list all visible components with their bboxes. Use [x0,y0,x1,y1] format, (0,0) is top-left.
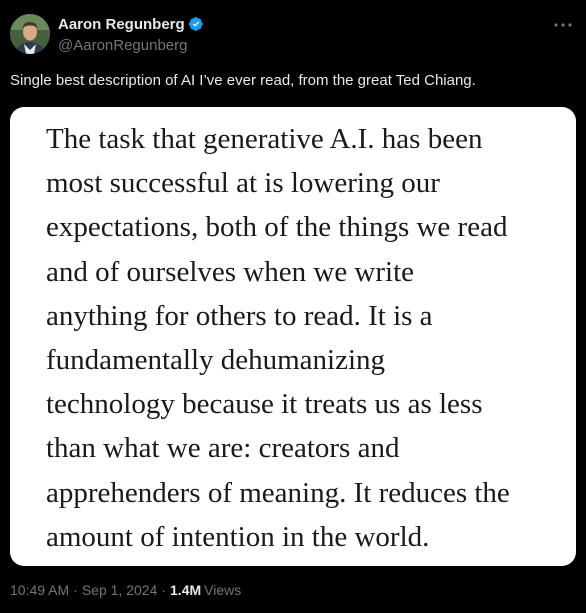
quote-line: The task that generative A.I. has been [46,123,483,155]
author-names: Aaron Regunberg @AaronRegunberg [58,14,204,54]
avatar-image [10,14,50,54]
quote-line: fundamentally dehumanizing [46,344,386,377]
display-name[interactable]: Aaron Regunberg [58,16,185,33]
quote-line: apprehenders of meaning. It reduces the [46,476,510,509]
quote-line: technology because it treats us as less [46,388,483,421]
handle[interactable]: @AaronRegunberg [58,37,204,54]
quote-line: most successful at is lowering our [46,167,440,200]
quote-line: and of ourselves when we write [46,255,415,288]
quote-text: The task that generative A.I. has been m… [46,117,566,559]
timestamp-time[interactable]: 10:49 AM [10,582,69,598]
timestamp-date[interactable]: Sep 1, 2024 [82,582,158,598]
meta-separator: · [161,582,167,598]
meta-separator: · [73,582,78,598]
views-count: 1.4M [170,582,202,598]
quote-image[interactable]: The task that generative A.I. has been m… [10,107,576,566]
quote-line: than what we are: creators and [46,432,400,465]
verified-badge-icon[interactable] [188,16,204,32]
more-horizontal-icon[interactable] [552,16,574,34]
quote-line: anything for others to read. It is a [46,299,433,332]
avatar[interactable] [10,14,50,54]
tweet-header: Aaron Regunberg @AaronRegunberg [10,12,576,56]
views-label: Views [204,582,242,598]
display-name-row: Aaron Regunberg [58,14,204,34]
quote-line: amount of intention in the world. [46,520,430,553]
tweet-meta: 10:49 AM · Sep 1, 2024 · 1.4M Views [10,582,241,598]
tweet-text: Single best description of AI I’ve ever … [10,72,476,89]
tweet: Aaron Regunberg @AaronRegunberg Single b… [0,0,586,613]
quote-line: expectations, both of the things we read [46,211,508,244]
